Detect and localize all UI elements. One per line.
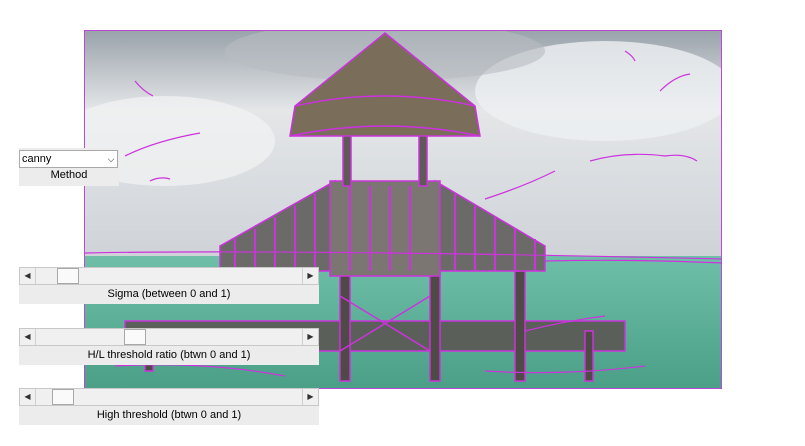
- arrow-right-icon[interactable]: ▶: [302, 329, 318, 345]
- hl-ratio-label: H/L threshold ratio (btwn 0 and 1): [19, 346, 319, 365]
- high-threshold-slider-group: ◀ ▶ High threshold (btwn 0 and 1): [19, 388, 319, 425]
- slider-thumb[interactable]: [52, 389, 75, 405]
- slider-thumb[interactable]: [123, 329, 146, 345]
- high-threshold-label: High threshold (btwn 0 and 1): [19, 406, 319, 425]
- high-threshold-slider[interactable]: ◀ ▶: [19, 388, 319, 406]
- method-dropdown[interactable]: canny ⌵: [19, 150, 118, 168]
- arrow-left-icon[interactable]: ◀: [20, 389, 36, 405]
- hl-ratio-slider[interactable]: ◀ ▶: [19, 328, 319, 346]
- arrow-right-icon[interactable]: ▶: [302, 389, 318, 405]
- method-panel: canny ⌵ Method: [19, 148, 119, 186]
- slider-track[interactable]: [35, 389, 303, 405]
- slider-track[interactable]: [35, 329, 303, 345]
- slider-thumb[interactable]: [57, 268, 80, 284]
- arrow-right-icon[interactable]: ▶: [302, 268, 318, 284]
- arrow-left-icon[interactable]: ◀: [20, 268, 36, 284]
- chevron-down-icon: ⌵: [107, 153, 115, 164]
- ratio-slider-group: ◀ ▶ H/L threshold ratio (btwn 0 and 1): [19, 328, 319, 365]
- sigma-slider-group: ◀ ▶ Sigma (between 0 and 1): [19, 267, 319, 304]
- sigma-slider[interactable]: ◀ ▶: [19, 267, 319, 285]
- arrow-left-icon[interactable]: ◀: [20, 329, 36, 345]
- sigma-label: Sigma (between 0 and 1): [19, 285, 319, 304]
- method-label: Method: [50, 169, 88, 181]
- slider-track[interactable]: [35, 268, 303, 284]
- method-selected-value: canny: [22, 153, 52, 165]
